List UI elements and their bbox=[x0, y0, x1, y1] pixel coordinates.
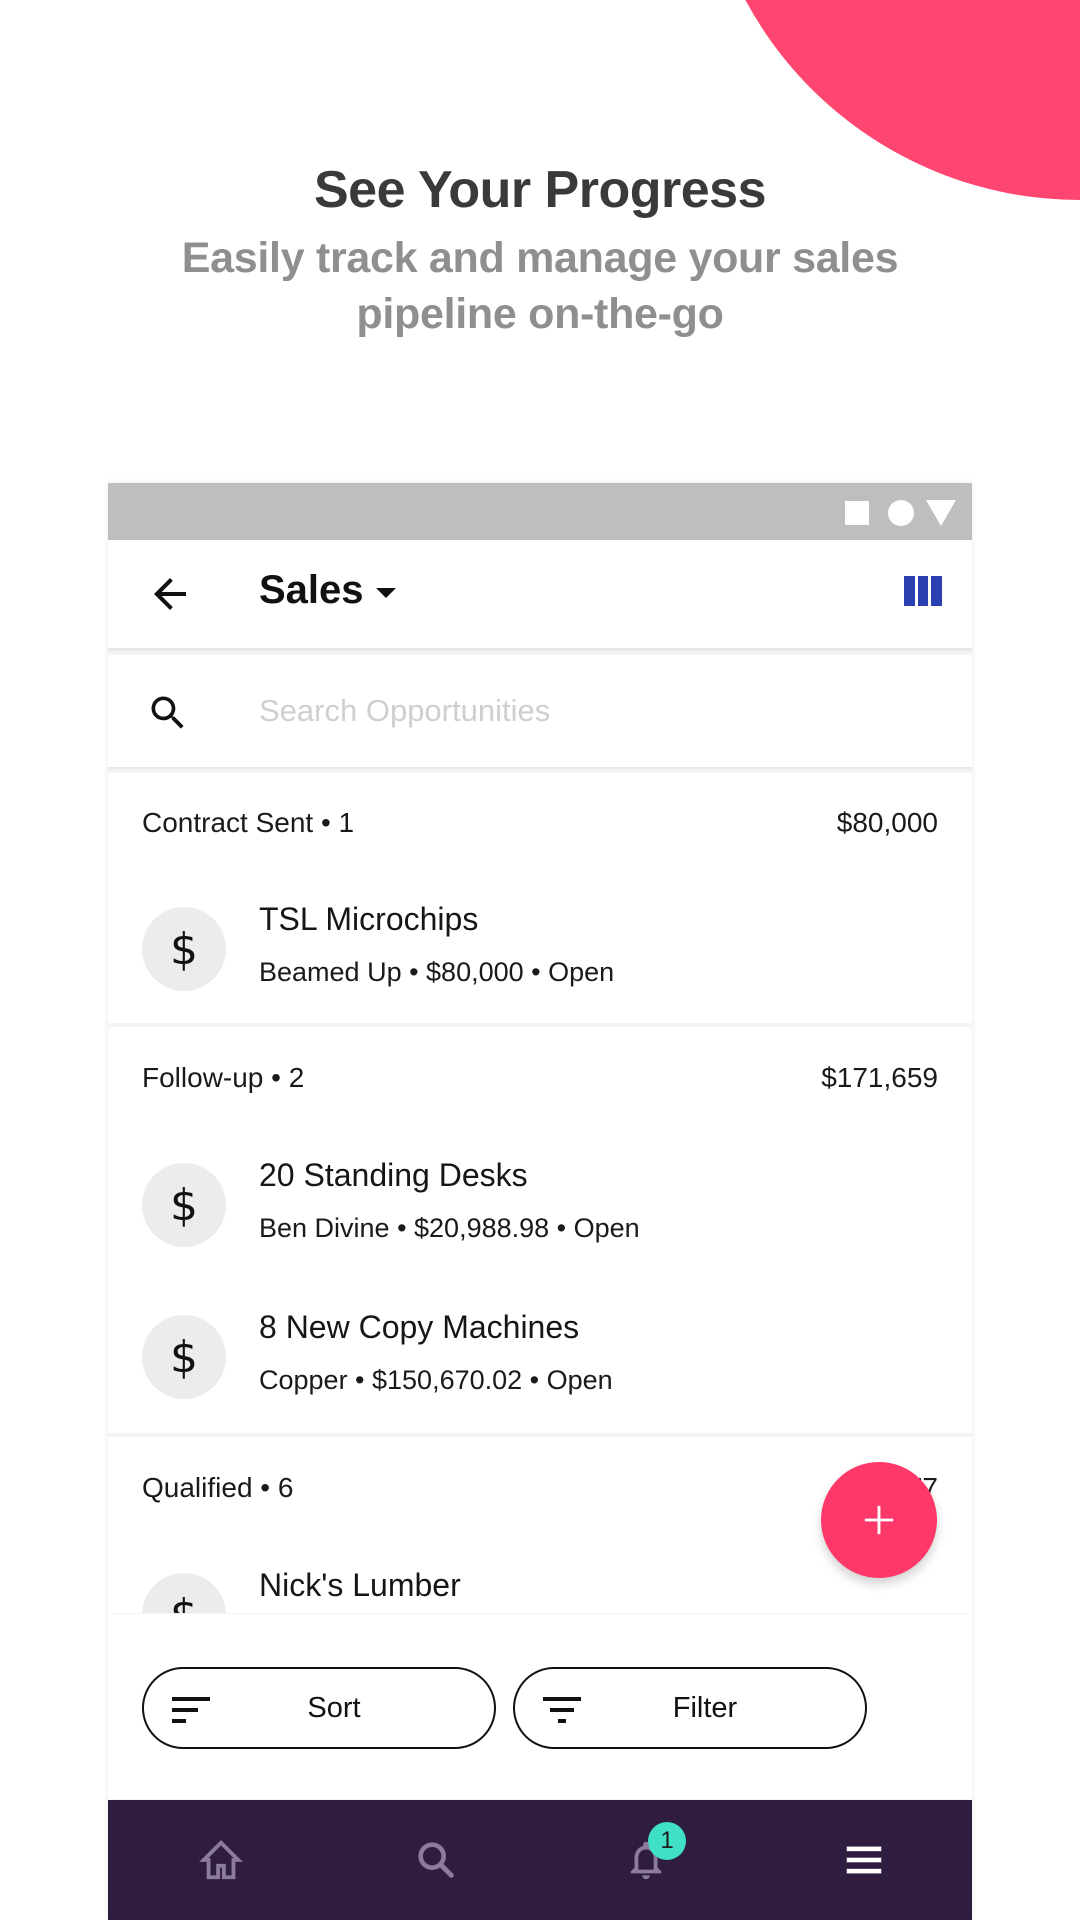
section-title: Qualified • 6 bbox=[142, 1472, 294, 1503]
hero-subtitle: Easily track and manage your sales pipel… bbox=[181, 234, 899, 338]
search-icon bbox=[151, 696, 184, 729]
nav-home[interactable] bbox=[191, 1830, 251, 1890]
section-total: $80,000 bbox=[836, 807, 938, 838]
filter-button[interactable]: Filter bbox=[513, 1667, 867, 1749]
phone-mockup: Sales Contract Sent • 1 $80,000 $ TSL Mi… bbox=[108, 483, 972, 1920]
list-item[interactable]: $ 8 New Copy Machines Copper • $150,670.… bbox=[108, 1281, 972, 1433]
dollar-icon: $ bbox=[142, 1573, 226, 1613]
action-bar: Sort Filter bbox=[108, 1614, 972, 1799]
section-total: $171,659 bbox=[821, 1062, 938, 1093]
page-title: Sales bbox=[259, 568, 364, 612]
arrow-left-icon bbox=[154, 578, 186, 610]
back-button[interactable] bbox=[146, 570, 194, 618]
add-opportunity-button[interactable] bbox=[821, 1462, 937, 1578]
triangle-icon bbox=[926, 500, 956, 526]
search-icon bbox=[418, 1842, 454, 1878]
home-icon bbox=[199, 1840, 243, 1880]
bottom-navigation: 1 bbox=[108, 1800, 972, 1920]
dollar-icon: $ bbox=[142, 907, 226, 991]
list-item[interactable]: $ 20 Standing Desks Ben Divine • $20,988… bbox=[108, 1129, 972, 1281]
app-bar: Sales bbox=[108, 540, 972, 648]
item-title: Nick's Lumber bbox=[259, 1567, 461, 1603]
search-bar bbox=[108, 655, 972, 767]
item-subtitle: Beamed Up • $80,000 • Open bbox=[259, 957, 615, 987]
board-columns-icon bbox=[904, 576, 915, 606]
nav-menu[interactable] bbox=[834, 1830, 894, 1890]
status-bar bbox=[108, 483, 972, 540]
filter-icon bbox=[543, 1697, 581, 1723]
menu-icon bbox=[846, 1846, 882, 1874]
hero-title: See Your Progress bbox=[313, 161, 767, 219]
section-title: Contract Sent • 1 bbox=[142, 807, 355, 838]
sort-icon bbox=[172, 1697, 210, 1723]
dollar-icon: $ bbox=[142, 1315, 226, 1399]
board-column-bar bbox=[931, 576, 943, 606]
section-header: Contract Sent • 1 $80,000 bbox=[108, 773, 972, 873]
board-view-button[interactable] bbox=[904, 576, 943, 606]
caret-down-icon bbox=[375, 587, 396, 598]
circle-icon bbox=[888, 500, 914, 526]
item-subtitle: Ben Divine • $20,988.98 • Open bbox=[259, 1213, 640, 1243]
item-title: 20 Standing Desks bbox=[259, 1157, 528, 1193]
sort-button[interactable]: Sort bbox=[142, 1667, 496, 1749]
pipeline-selector[interactable]: Sales bbox=[259, 568, 396, 613]
section-title: Follow-up • 2 bbox=[142, 1062, 305, 1093]
nav-search[interactable] bbox=[406, 1830, 466, 1890]
item-subtitle: Copper • $150,670.02 • Open bbox=[259, 1365, 613, 1395]
item-title: 8 New Copy Machines bbox=[259, 1309, 580, 1345]
dollar-icon: $ bbox=[142, 1163, 226, 1247]
section-header: Follow-up • 2 $171,659 bbox=[108, 1027, 972, 1129]
search-input[interactable] bbox=[259, 683, 919, 739]
plus-icon bbox=[864, 1505, 894, 1535]
notification-badge: 1 bbox=[648, 1822, 686, 1860]
list-item[interactable]: $ TSL Microchips Beamed Up • $80,000 • O… bbox=[108, 873, 972, 1023]
stage-section-follow-up: Follow-up • 2 $171,659 $ 20 Standing Des… bbox=[108, 1027, 972, 1433]
item-title: TSL Microchips bbox=[259, 901, 479, 937]
square-icon bbox=[845, 501, 869, 525]
stage-section-contract-sent: Contract Sent • 1 $80,000 $ TSL Microchi… bbox=[108, 773, 972, 1023]
board-column-bar bbox=[917, 576, 929, 606]
